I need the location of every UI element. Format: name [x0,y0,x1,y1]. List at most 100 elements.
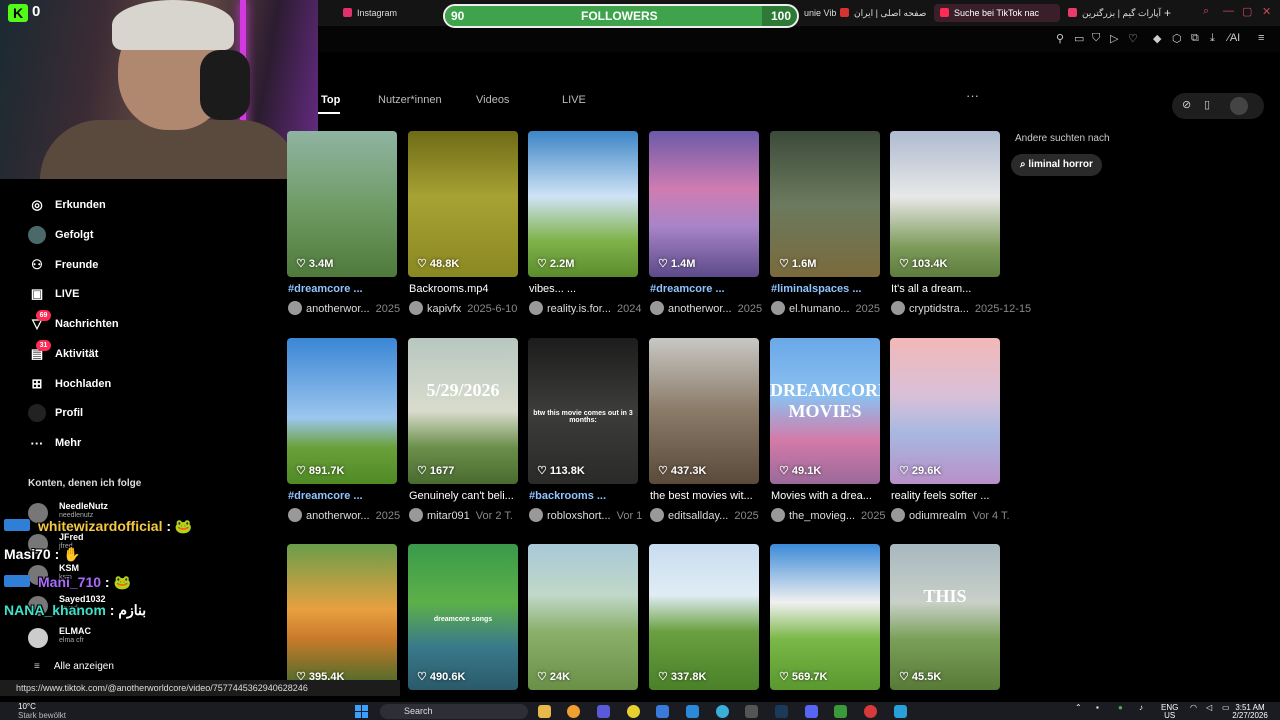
video-caption[interactable]: Movies with a drea... [771,490,883,502]
browser-tab-iran[interactable]: صفحه اصلی | ایران [840,4,930,22]
tab-users[interactable]: Nutzer*innen [378,94,442,106]
video-author[interactable]: kapivfx 2025-6-10 [409,301,517,315]
video-author[interactable]: anotherwor... 2025 [288,301,400,315]
app-icon[interactable] [567,705,580,718]
bookmark-icon[interactable]: ▭ [1074,32,1084,45]
video-caption[interactable]: Backrooms.mp4 [409,283,521,295]
browser-tab-instagram[interactable]: Instagram [343,4,435,22]
sidebar-item-upload[interactable]: ⊞ Hochladen [28,374,112,394]
browser-tab-aparat[interactable]: آپارات گیم | بزرگترین [1068,4,1162,22]
opera-icon[interactable] [864,705,877,718]
avatar[interactable] [1230,97,1248,115]
video-caption[interactable]: #backrooms ... [529,490,641,502]
clock[interactable]: 3:51 AM 2/27/2026 [1232,704,1268,720]
microphone-icon[interactable]: ♪ [1139,704,1143,712]
shield-icon[interactable]: ⛉ [1092,32,1100,45]
video-thumbnail[interactable]: ♡ 3.4M [287,131,397,277]
video-caption[interactable]: vibes... ... [529,283,641,295]
video-caption[interactable]: #dreamcore ... [288,490,400,502]
more-options-icon[interactable]: ··· [966,88,979,103]
phone-icon[interactable]: ▯ [1204,98,1210,111]
tray-status-icon[interactable]: ● [1118,704,1123,712]
tab-videos[interactable]: Videos [476,94,509,106]
video-author[interactable]: el.humano... 2025 [771,301,880,315]
download-icon[interactable]: ⤓ [1210,32,1215,45]
sidebar-item-explore[interactable]: ◎ Erkunden [28,195,105,215]
search-tabs-icon[interactable]: ⌕ [1203,5,1209,18]
steam-icon[interactable] [775,705,788,718]
video-thumbnail[interactable]: ♡ 1.4M [649,131,759,277]
video-author[interactable]: odiumrealm Vor 4 T. [891,508,1010,522]
video-thumbnail[interactable]: 5/29/2026 ♡ 1677 [408,338,518,484]
browser-tab-vibe[interactable]: unie Vibe [804,4,836,22]
browser-tab-tiktok-search[interactable]: Suche bei TikTok nac [934,4,1060,22]
video-thumbnail[interactable]: ♡ 1.6M [770,131,880,277]
sidebar-item-live[interactable]: ▣ LIVE [28,284,80,304]
video-author[interactable]: reality.is.for... 2024 [529,301,641,315]
settings-icon[interactable]: ⊘ [1182,98,1191,111]
video-thumbnail[interactable]: btw this movie comes out in 3 months: ♡ 1… [528,338,638,484]
video-thumbnail[interactable]: ♡ 337.8K [649,544,759,690]
weather-widget[interactable]: 10°C Stark bewölkt [18,702,66,720]
copy-icon[interactable]: ⧉ [1191,32,1199,45]
video-caption[interactable]: It's all a dream... [891,283,1003,295]
extensions-icon[interactable]: ⬡ [1172,32,1182,45]
sidebar-item-messages[interactable]: ▽ 69 Nachrichten [28,310,119,334]
video-caption[interactable]: #dreamcore ... [288,283,400,295]
outlook-icon[interactable] [686,705,699,718]
video-author[interactable]: anotherwor... 2025 [650,301,762,315]
video-thumbnail[interactable]: THIS ♡ 45.5K [890,544,1000,690]
file-explorer-icon[interactable] [538,705,551,718]
video-caption[interactable]: Genuinely can't beli... [409,490,521,502]
app-icon[interactable] [745,705,758,718]
tab-live[interactable]: LIVE [562,94,586,106]
video-author[interactable]: anotherwor... 2025 [288,508,400,522]
video-thumbnail[interactable]: ♡ 437.3K [649,338,759,484]
windows-start-icon[interactable] [355,705,369,718]
sidebar-item-friends[interactable]: ⚇ Freunde [28,255,98,275]
pin-icon[interactable]: ⚲ [1056,32,1064,45]
video-thumbnail[interactable]: ♡ 29.6K [890,338,1000,484]
video-caption[interactable]: reality feels softer ... [891,490,1003,502]
chevron-up-icon[interactable]: ⌃ [1075,704,1082,712]
volume-icon[interactable]: ◁ [1206,704,1212,712]
sidebar-item-profile[interactable]: Profil [28,403,83,423]
close-icon[interactable]: ✕ [1262,5,1271,18]
search-suggestion-chip[interactable]: ⌕ liminal horror [1011,154,1102,176]
diamond-icon[interactable]: ◆ [1153,32,1161,45]
video-author[interactable]: robloxshort... Vor 1 [529,508,642,522]
video-thumbnail[interactable]: DREAMCORE MOVIES ♡ 49.1K [770,338,880,484]
wifi-icon[interactable]: ◠ [1190,704,1197,712]
ai-icon[interactable]: ⁄AI [1228,32,1240,44]
video-thumbnail[interactable]: ♡ 103.4K [890,131,1000,277]
taskbar-search[interactable]: Search [380,704,528,719]
play-icon[interactable]: ▷ [1110,32,1118,45]
sidebar-item-more[interactable]: ··· Mehr [28,433,82,453]
video-thumbnail[interactable]: ♡ 395.4K [287,544,397,690]
video-thumbnail[interactable]: ♡ 48.8K [408,131,518,277]
video-thumbnail[interactable]: ♡ 2.2M [528,131,638,277]
minimize-icon[interactable]: — [1223,5,1234,17]
menu-icon[interactable]: ≡ [1258,32,1264,44]
video-author[interactable]: the_movieg... 2025 [771,508,886,522]
heart-icon[interactable]: ♡ [1128,32,1138,45]
following-account[interactable]: ELMAC elma cfr [28,626,228,654]
video-thumbnail[interactable]: ♡ 891.7K [287,338,397,484]
app-icon[interactable] [834,705,847,718]
store-icon[interactable] [656,705,669,718]
tab-top[interactable]: Top [321,94,340,106]
battery-icon[interactable]: ▭ [1222,704,1230,712]
video-thumbnail[interactable]: ♡ 569.7K [770,544,880,690]
new-tab-button[interactable]: + [1164,4,1176,22]
video-caption[interactable]: the best movies wit... [650,490,762,502]
show-all-link[interactable]: ≡ Alle anzeigen [34,661,114,672]
sidebar-item-following[interactable]: Gefolgt [28,225,94,245]
video-author[interactable]: mitar091 Vor 2 T. [409,508,513,522]
tray-app-icon[interactable]: ▪ [1096,704,1099,712]
video-author[interactable]: cryptidstra... 2025-12-15 [891,301,1031,315]
teams-icon[interactable] [597,705,610,718]
sidebar-item-activity[interactable]: ▤ 31 Aktivität [28,340,98,364]
video-thumbnail[interactable]: dreamcore songs ♡ 490.6K [408,544,518,690]
video-thumbnail[interactable]: ♡ 24K [528,544,638,690]
maximize-icon[interactable]: ▢ [1242,5,1252,18]
